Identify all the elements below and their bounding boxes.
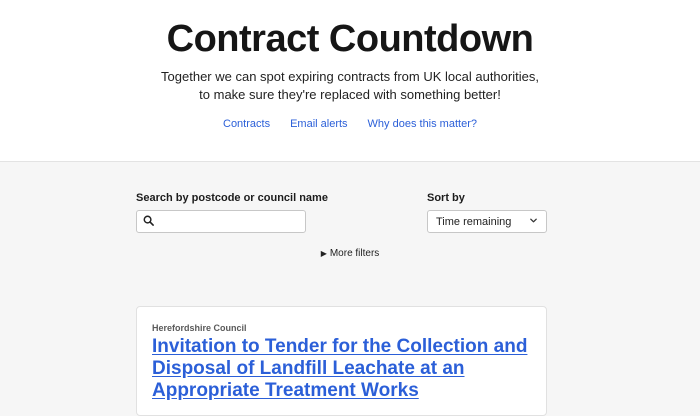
sort-selected-value: Time remaining xyxy=(436,215,512,228)
main-nav: Contracts Email alerts Why does this mat… xyxy=(0,118,700,130)
search-input[interactable] xyxy=(159,215,299,228)
search-icon xyxy=(143,213,154,231)
page-title: Contract Countdown xyxy=(166,18,534,60)
site-header: Contract Countdown Together we can spot … xyxy=(0,0,700,162)
search-section: Search by postcode or council name xyxy=(136,192,328,233)
sort-section: Sort by Time remaining xyxy=(427,192,547,233)
contract-title-link[interactable]: Invitation to Tender for the Collection … xyxy=(152,336,531,402)
sort-select[interactable]: Time remaining xyxy=(427,210,547,233)
sort-label: Sort by xyxy=(427,192,465,204)
more-filters-label: More filters xyxy=(329,248,380,259)
chevron-down-icon xyxy=(529,216,538,228)
search-field[interactable] xyxy=(136,210,306,233)
nav-link-why-matters[interactable]: Why does this matter? xyxy=(368,118,477,130)
tagline: Together we can spot expiring contracts … xyxy=(161,69,539,102)
triangle-right-icon: ▶ xyxy=(320,249,327,258)
nav-link-contracts[interactable]: Contracts xyxy=(223,118,270,130)
contract-organisation: Herefordshire Council xyxy=(152,323,247,333)
nav-link-email-alerts[interactable]: Email alerts xyxy=(290,118,347,130)
search-label: Search by postcode or council name xyxy=(136,192,328,204)
more-filters-toggle[interactable]: ▶ More filters xyxy=(0,248,700,259)
filter-controls: Search by postcode or council name Sort … xyxy=(0,162,700,262)
